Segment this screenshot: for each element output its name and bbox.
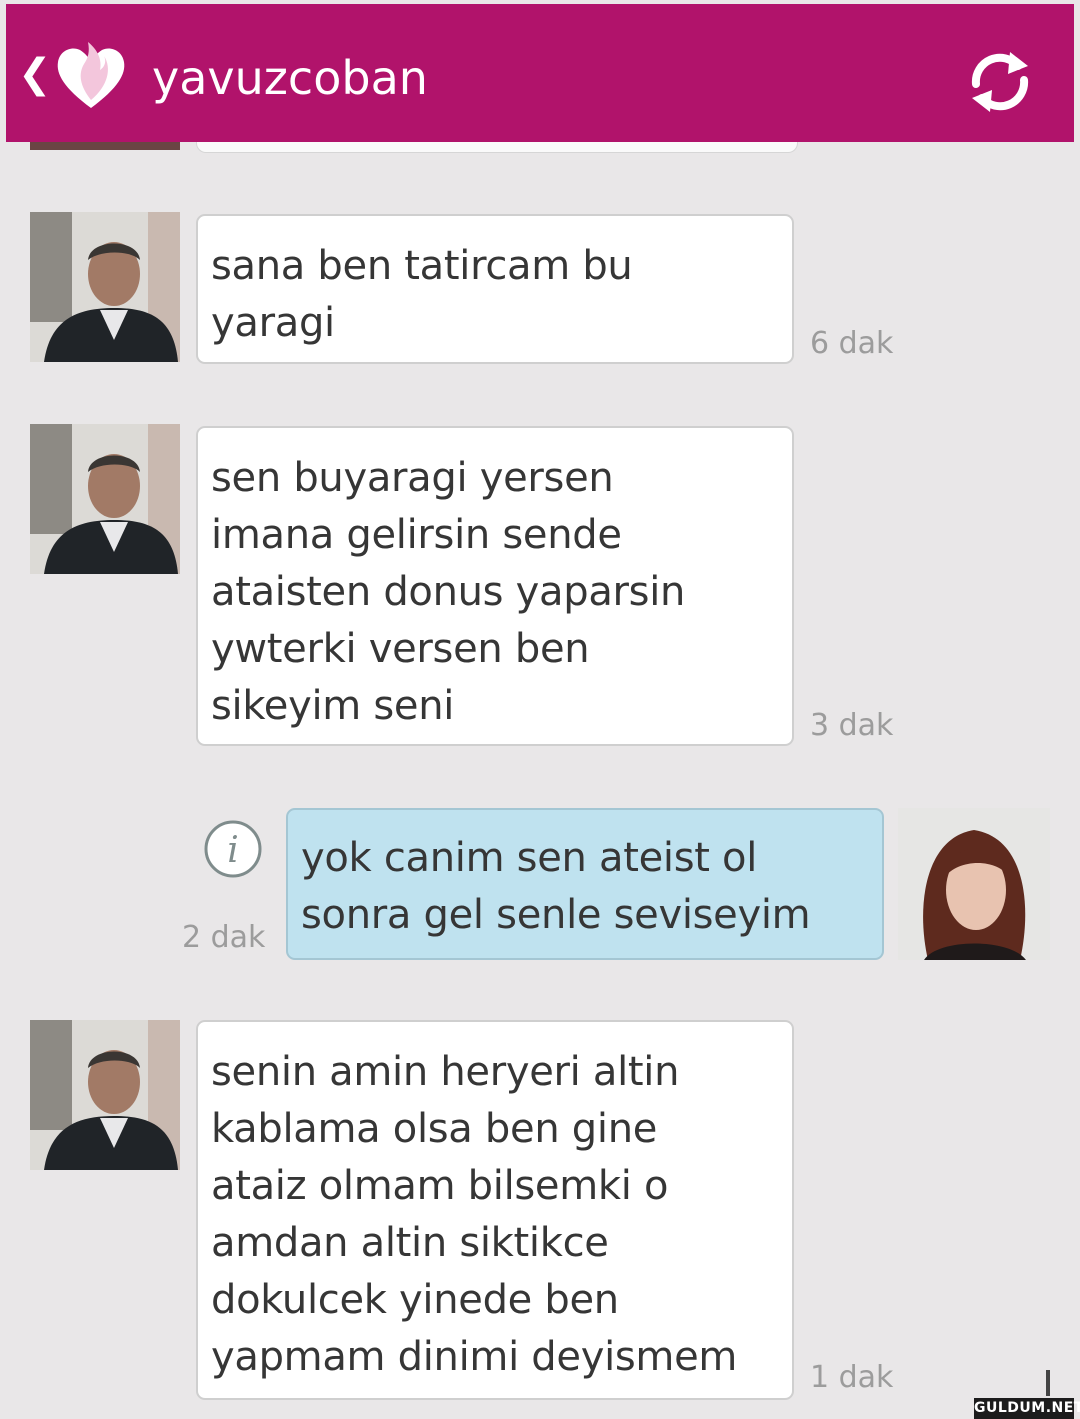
sender-avatar[interactable]	[30, 424, 180, 574]
message-time: 3 dak	[810, 708, 894, 743]
heart-flame-icon[interactable]	[54, 38, 128, 110]
man-portrait-icon	[30, 212, 180, 362]
message-bubble[interactable]: senin amin heryeri altin kablama olsa be…	[196, 1020, 794, 1400]
sender-avatar[interactable]	[30, 1020, 180, 1170]
chat-header: ❮ yavuzcoban	[6, 4, 1074, 142]
message-time: 6 dak	[810, 326, 894, 361]
refresh-icon[interactable]	[962, 44, 1038, 120]
message-time: 1 dak	[810, 1360, 894, 1395]
chat-username: yavuzcoban	[152, 51, 428, 105]
man-portrait-icon	[30, 424, 180, 574]
scroll-indicator[interactable]	[1046, 1370, 1050, 1396]
message-bubble[interactable]: sen buyaragi yersen imana gelirsin sende…	[196, 426, 794, 746]
watermark: GULDUM.NET	[974, 1398, 1080, 1419]
my-message-bubble[interactable]: yok canim sen ateist ol sonra gel senle …	[286, 808, 884, 960]
back-chevron-icon[interactable]: ❮	[18, 54, 52, 94]
svg-text:i: i	[227, 830, 239, 871]
woman-portrait-icon	[898, 808, 1050, 960]
previous-avatar-edge	[30, 142, 180, 150]
my-avatar[interactable]	[898, 808, 1050, 960]
message-time: 2 dak	[182, 920, 266, 955]
previous-message-edge	[196, 142, 798, 153]
info-icon[interactable]: i	[202, 818, 264, 880]
message-bubble[interactable]: sana ben tatircam bu yaragi	[196, 214, 794, 364]
man-portrait-icon	[30, 1020, 180, 1170]
sender-avatar[interactable]	[30, 212, 180, 362]
